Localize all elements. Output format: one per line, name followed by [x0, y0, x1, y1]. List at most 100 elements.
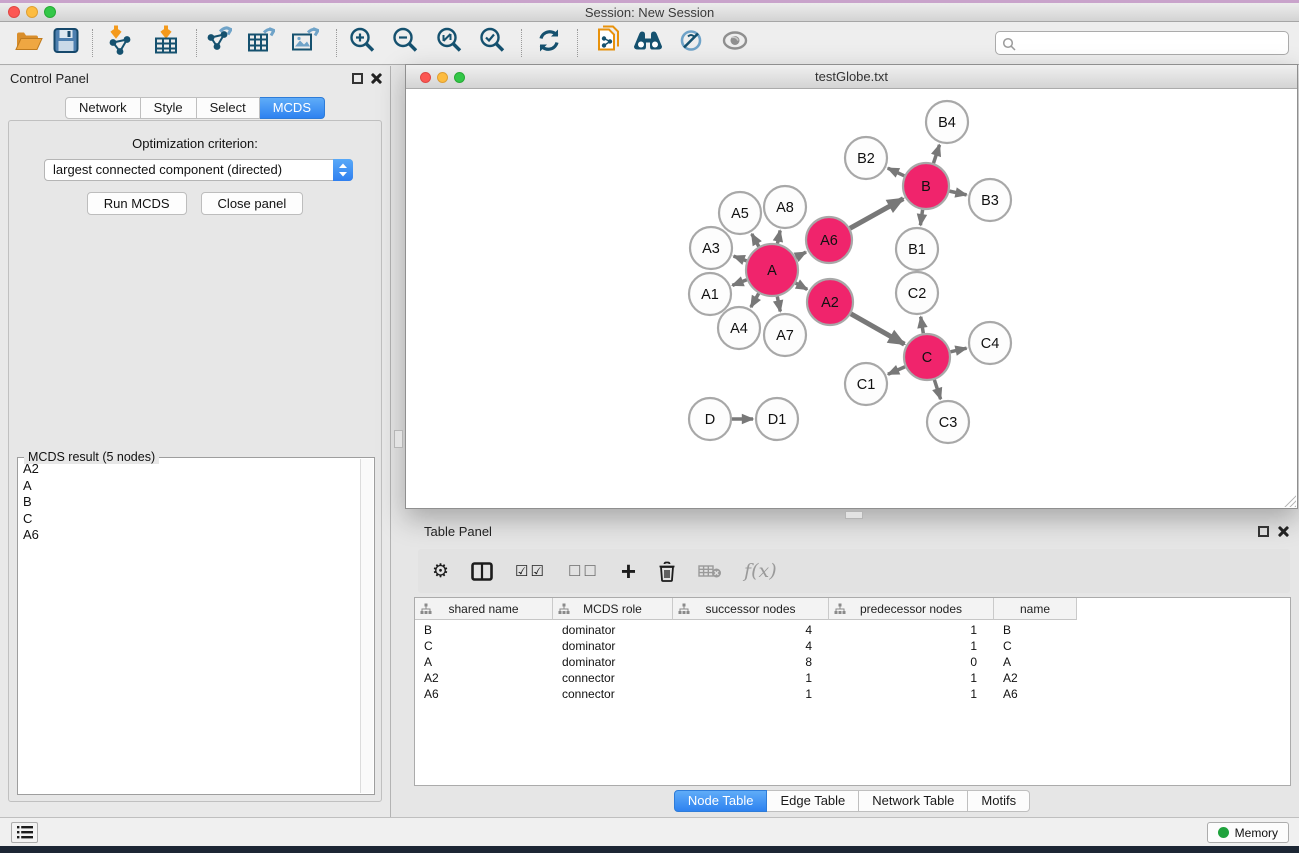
result-scrollbar[interactable]: [360, 459, 373, 793]
table-row[interactable]: A6connector11A6: [415, 686, 1290, 702]
graph-node-A7[interactable]: A7: [764, 314, 806, 356]
graph-edge-A2-C[interactable]: [851, 314, 905, 344]
graph-edge-B-B1[interactable]: [920, 210, 922, 225]
task-history-button[interactable]: [11, 822, 38, 843]
table-cell[interactable]: connector: [553, 686, 673, 702]
table-row[interactable]: Bdominator41B: [415, 622, 1290, 638]
tab-edge-table[interactable]: Edge Table: [767, 790, 859, 812]
tab-mcds[interactable]: MCDS: [260, 97, 325, 119]
graph-edge-A-A2[interactable]: [796, 283, 808, 289]
graph-node-D[interactable]: D: [689, 398, 731, 440]
table-cell[interactable]: C: [415, 638, 553, 654]
graph-node-B3[interactable]: B3: [969, 179, 1011, 221]
graph-edge-C-C2[interactable]: [921, 317, 924, 334]
graph-node-A1[interactable]: A1: [689, 273, 731, 315]
graphics-details-icon[interactable]: [678, 28, 704, 59]
column-header-3[interactable]: predecessor nodes: [829, 598, 994, 620]
float-table-panel-icon[interactable]: [1258, 526, 1269, 537]
tab-node-table[interactable]: Node Table: [674, 790, 768, 812]
vertical-splitter-handle[interactable]: [394, 430, 403, 448]
graph-edge-A-A6[interactable]: [796, 252, 806, 257]
run-mcds-button[interactable]: Run MCDS: [87, 192, 187, 215]
deselect-all-rows-icon[interactable]: ☐☐: [568, 562, 599, 581]
table-cell[interactable]: A: [415, 654, 553, 670]
zoom-out-icon[interactable]: [391, 27, 419, 60]
graph-node-B2[interactable]: B2: [845, 137, 887, 179]
graph-node-A5[interactable]: A5: [719, 192, 761, 234]
delete-table-icon[interactable]: [698, 563, 722, 579]
close-table-panel-icon[interactable]: [1277, 525, 1289, 537]
mcds-result-item[interactable]: B: [19, 494, 359, 511]
table-cell[interactable]: 8: [673, 654, 829, 670]
network-window-titlebar[interactable]: testGlobe.txt: [406, 65, 1297, 89]
graph-node-A2[interactable]: A2: [807, 279, 853, 325]
table-cell[interactable]: 1: [673, 686, 829, 702]
column-header-2[interactable]: successor nodes: [673, 598, 829, 620]
graph-node-C[interactable]: C: [904, 334, 950, 380]
table-cell[interactable]: dominator: [553, 622, 673, 638]
export-table-icon[interactable]: [247, 26, 275, 61]
table-cell[interactable]: 4: [673, 638, 829, 654]
mcds-result-item[interactable]: C: [19, 511, 359, 528]
refresh-icon[interactable]: [536, 28, 562, 59]
graph-node-C1[interactable]: C1: [845, 363, 887, 405]
tab-network-table[interactable]: Network Table: [859, 790, 968, 812]
table-cell[interactable]: B: [994, 622, 1077, 638]
search-input[interactable]: [1020, 34, 1280, 52]
delete-column-icon[interactable]: [658, 561, 676, 582]
mcds-result-item[interactable]: A: [19, 478, 359, 495]
graph-edge-A-A8[interactable]: [777, 231, 780, 244]
graph-node-A6[interactable]: A6: [806, 217, 852, 263]
table-cell[interactable]: C: [994, 638, 1077, 654]
graph-edge-C-C3[interactable]: [934, 380, 940, 399]
table-row[interactable]: A2connector11A2: [415, 670, 1290, 686]
float-panel-icon[interactable]: [352, 73, 363, 84]
column-settings-icon[interactable]: ⚙: [432, 562, 449, 581]
graph-edge-B-B4[interactable]: [933, 145, 939, 163]
table-cell[interactable]: A2: [415, 670, 553, 686]
table-cell[interactable]: dominator: [553, 654, 673, 670]
graph-node-C3[interactable]: C3: [927, 401, 969, 443]
mcds-result-item[interactable]: A6: [19, 527, 359, 544]
graph-node-C4[interactable]: C4: [969, 322, 1011, 364]
horizontal-splitter-handle[interactable]: [845, 511, 863, 519]
table-cell[interactable]: 1: [673, 670, 829, 686]
graph-edge-B-B3[interactable]: [949, 191, 966, 195]
zoom-fit-icon[interactable]: [435, 27, 463, 60]
table-cell[interactable]: A6: [994, 686, 1077, 702]
table-cell[interactable]: connector: [553, 670, 673, 686]
column-header-0[interactable]: shared name: [415, 598, 553, 620]
new-network-from-selection-icon[interactable]: [595, 26, 621, 61]
graph-edge-A-A1[interactable]: [732, 280, 746, 286]
graph-edge-C-C1[interactable]: [888, 367, 905, 375]
table-cell[interactable]: 1: [829, 686, 994, 702]
graph-edge-B-B2[interactable]: [888, 168, 905, 176]
first-neighbors-icon[interactable]: [633, 29, 663, 58]
window-resize-grip[interactable]: [1284, 495, 1296, 507]
export-image-icon[interactable]: [291, 26, 319, 61]
select-all-rows-icon[interactable]: ☑☑: [515, 562, 546, 581]
column-header-1[interactable]: MCDS role: [553, 598, 673, 620]
add-column-icon[interactable]: +: [621, 561, 636, 581]
table-cell[interactable]: 1: [829, 670, 994, 686]
table-cell[interactable]: 4: [673, 622, 829, 638]
graph-edge-A-A5[interactable]: [752, 234, 759, 247]
graph-node-A[interactable]: A: [746, 244, 798, 296]
graph-edge-A-A3[interactable]: [734, 256, 747, 261]
tab-select[interactable]: Select: [197, 97, 260, 119]
table-row[interactable]: Cdominator41C: [415, 638, 1290, 654]
column-header-4[interactable]: name: [994, 598, 1077, 620]
table-cell[interactable]: 0: [829, 654, 994, 670]
table-cell[interactable]: A: [994, 654, 1077, 670]
graph-node-A3[interactable]: A3: [690, 227, 732, 269]
close-panel-icon[interactable]: [370, 72, 382, 84]
mcds-result-item[interactable]: A2: [19, 461, 359, 478]
network-canvas[interactable]: B4B2BB3A5A8A6A3B1AA1C2A2A4A7C4CC1DD1C3: [406, 90, 1297, 508]
memory-button[interactable]: Memory: [1207, 822, 1289, 843]
close-panel-button[interactable]: Close panel: [201, 192, 304, 215]
eye-icon[interactable]: [721, 31, 749, 56]
zoom-in-icon[interactable]: [348, 27, 376, 60]
search-field[interactable]: [995, 31, 1289, 55]
import-network-icon[interactable]: [106, 26, 134, 61]
graph-edge-C-C4[interactable]: [950, 348, 966, 352]
